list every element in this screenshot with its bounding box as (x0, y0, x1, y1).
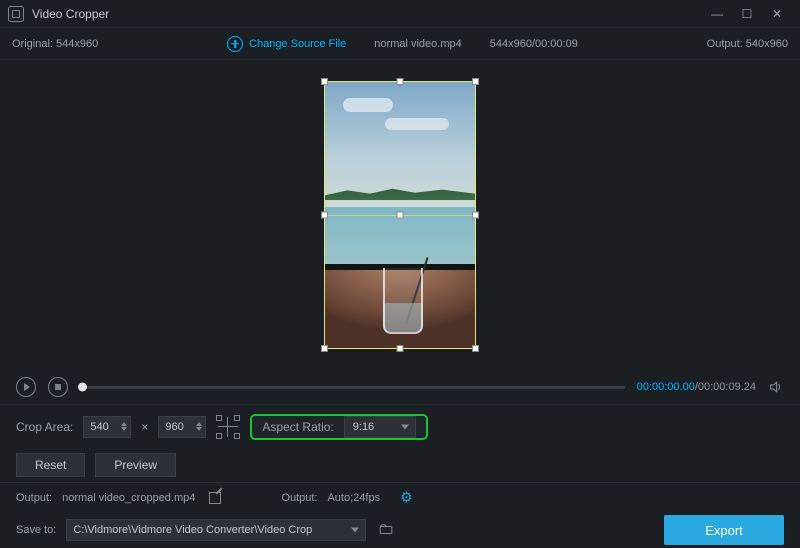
volume-icon[interactable] (768, 379, 784, 395)
action-buttons: Reset Preview (0, 448, 800, 482)
output-filename: normal video_cropped.mp4 (62, 492, 195, 504)
open-folder-button[interactable] (376, 522, 396, 538)
original-dimensions: Original: 544x960 (12, 38, 98, 50)
timecode: 00:00:00.00/00:00:09.24 (637, 381, 756, 393)
crop-height-input[interactable]: 960 (158, 416, 206, 438)
crop-frame[interactable] (324, 81, 476, 349)
output-dimensions: Output: 540x960 (707, 38, 788, 50)
window-title: Video Cropper (32, 7, 109, 21)
crop-handle-mr[interactable] (472, 212, 479, 219)
settings-gear-icon[interactable]: ⚙ (400, 489, 413, 506)
width-up[interactable] (121, 422, 127, 426)
source-filename: normal video.mp4 (374, 38, 461, 50)
crop-width-input[interactable]: 540 (83, 416, 131, 438)
export-button[interactable]: Export (664, 515, 784, 545)
maximize-button[interactable]: ☐ (732, 7, 762, 21)
play-button[interactable] (16, 377, 36, 397)
crop-area-label: Crop Area: (16, 420, 73, 434)
output-format-value: Auto;24fps (327, 492, 380, 504)
edit-filename-icon[interactable] (209, 492, 221, 504)
app-icon (8, 6, 24, 22)
height-down[interactable] (196, 427, 202, 431)
crop-handle-tl[interactable] (321, 78, 328, 85)
play-icon (24, 383, 30, 391)
save-to-label: Save to: (16, 524, 56, 536)
preview-area (0, 60, 800, 370)
source-info: 544x960/00:00:09 (490, 38, 578, 50)
height-up[interactable] (196, 422, 202, 426)
crop-handle-br[interactable] (472, 345, 479, 352)
aspect-ratio-label: Aspect Ratio: (262, 420, 333, 434)
close-button[interactable]: ✕ (762, 7, 792, 21)
timeline-slider[interactable] (80, 386, 625, 389)
crop-handle-bl[interactable] (321, 345, 328, 352)
stop-button[interactable] (48, 377, 68, 397)
crop-handle-tm[interactable] (397, 78, 404, 85)
width-down[interactable] (121, 427, 127, 431)
center-crop-button[interactable] (216, 415, 240, 439)
crop-controls: Crop Area: 540 × 960 Aspect Ratio: 9:16 (0, 404, 800, 448)
aspect-ratio-select[interactable]: 9:16 (344, 416, 416, 438)
reset-button[interactable]: Reset (16, 453, 85, 477)
stop-icon (55, 384, 61, 390)
titlebar: Video Cropper — ☐ ✕ (0, 0, 800, 28)
output-file-label: Output: (16, 492, 52, 504)
output-row: Output: normal video_cropped.mp4 Output:… (0, 482, 800, 512)
change-source-button[interactable]: Change Source File (227, 36, 346, 52)
transport-bar: 00:00:00.00/00:00:09.24 (0, 370, 800, 404)
times-symbol: × (141, 420, 148, 434)
timeline-knob[interactable] (78, 383, 87, 392)
save-row: Save to: C:\Vidmore\Vidmore Video Conver… (0, 512, 800, 548)
output-format-label: Output: (281, 492, 317, 504)
preview-button[interactable]: Preview (95, 453, 176, 477)
info-bar: Original: 544x960 Change Source File nor… (0, 28, 800, 60)
chevron-down-icon (401, 424, 409, 429)
crop-handle-ml[interactable] (321, 212, 328, 219)
minimize-button[interactable]: — (702, 7, 732, 21)
crop-handle-center[interactable] (397, 212, 404, 219)
plus-icon (227, 36, 243, 52)
change-source-label: Change Source File (249, 38, 346, 50)
video-preview (325, 82, 475, 207)
aspect-ratio-group: Aspect Ratio: 9:16 (250, 414, 427, 440)
crop-handle-tr[interactable] (472, 78, 479, 85)
crop-handle-bm[interactable] (397, 345, 404, 352)
chevron-down-icon (351, 528, 359, 533)
save-path-select[interactable]: C:\Vidmore\Vidmore Video Converter\Video… (66, 519, 366, 541)
